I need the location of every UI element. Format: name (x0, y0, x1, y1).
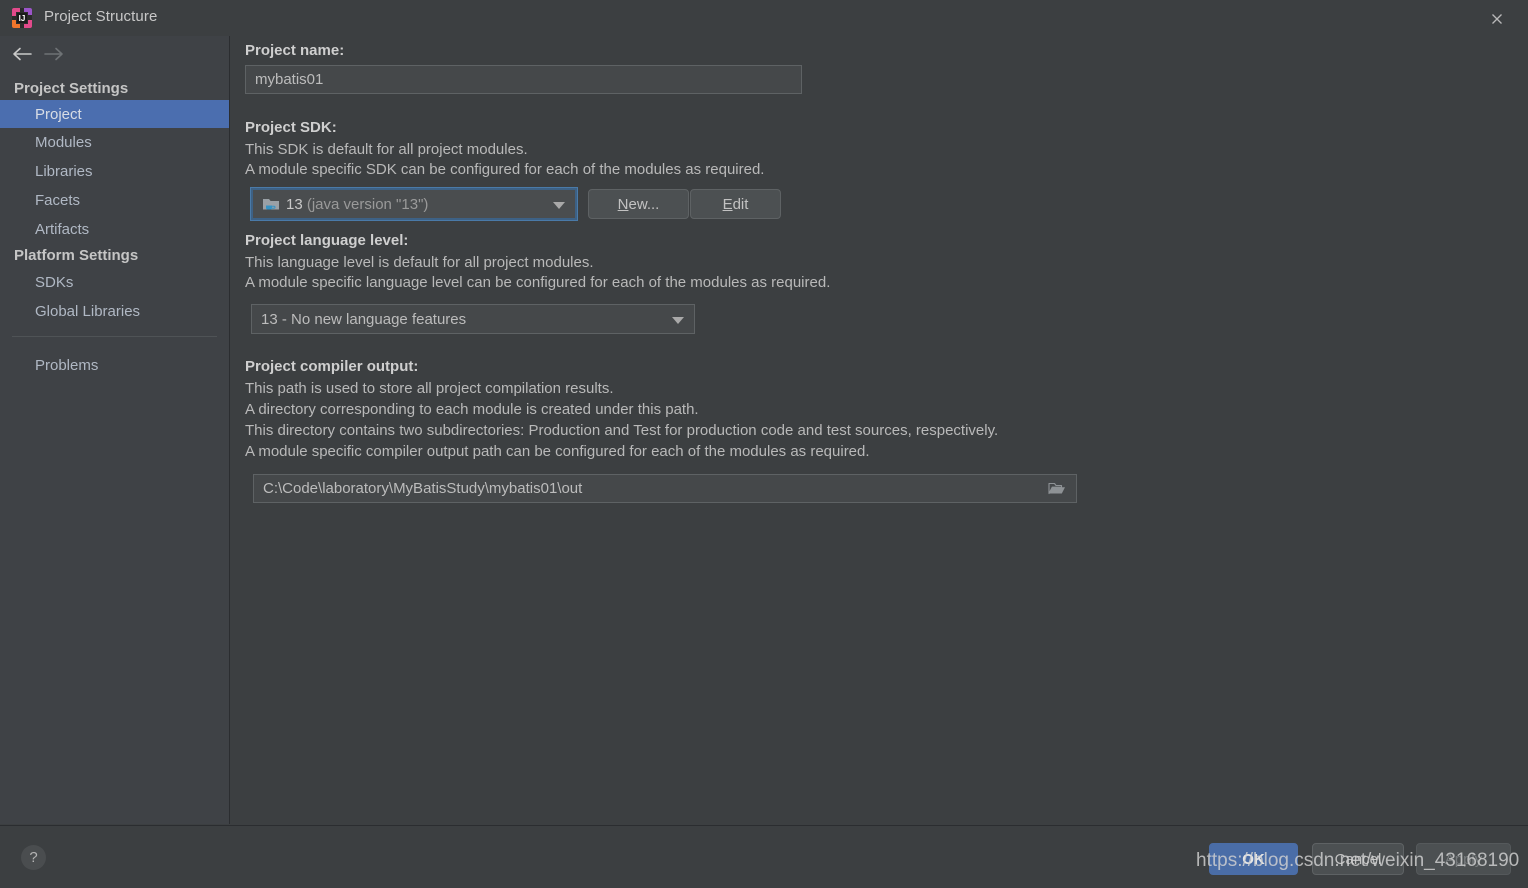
sidebar-divider (12, 336, 217, 337)
compiler-output-desc-2: A directory corresponding to each module… (245, 401, 699, 418)
ok-label: OK (1242, 850, 1265, 868)
sidebar-item-libraries[interactable]: Libraries (0, 157, 229, 185)
project-sdk-label: Project SDK: (245, 119, 337, 136)
compiler-output-desc-3: This directory contains two subdirectori… (245, 422, 999, 439)
sidebar-item-label: Global Libraries (35, 302, 141, 320)
chevron-down-icon (553, 202, 565, 209)
folder-open-icon[interactable] (1039, 476, 1075, 501)
project-sdk-desc-1: This SDK is default for all project modu… (245, 141, 528, 158)
language-level-label: Project language level: (245, 232, 409, 249)
compiler-output-desc-1: This path is used to store all project c… (245, 380, 614, 397)
edit-sdk-button[interactable]: Edit (690, 189, 781, 219)
sidebar-item-project[interactable]: Project (0, 100, 229, 128)
dialog-footer (0, 825, 1528, 888)
compiler-output-value: C:\Code\laboratory\MyBatisStudy\mybatis0… (263, 480, 583, 497)
cancel-button[interactable]: Cancel (1312, 843, 1404, 875)
sidebar-item-facets[interactable]: Facets (0, 186, 229, 214)
apply-label: Apply (1444, 850, 1483, 868)
sidebar-item-label: Modules (35, 133, 92, 151)
sidebar-item-artifacts[interactable]: Artifacts (0, 215, 229, 243)
project-structure-dialog: IJ Project Structure Project Settings Pr… (0, 0, 1528, 888)
intellij-idea-icon: IJ (11, 7, 33, 29)
window-title: Project Structure (44, 8, 158, 25)
ok-button[interactable]: OK (1209, 843, 1298, 875)
new-button-mnemonic: N (617, 195, 629, 213)
language-level-combobox[interactable]: 13 - No new language features (251, 304, 695, 334)
sidebar-group-project-settings: Project Settings (14, 80, 129, 97)
sidebar-item-label: Artifacts (35, 220, 90, 238)
compiler-output-desc-4: A module specific compiler output path c… (245, 443, 870, 460)
language-level-desc-2: A module specific language level can be … (245, 274, 831, 291)
sidebar-item-label: Problems (35, 356, 99, 374)
close-icon[interactable] (1484, 6, 1510, 32)
new-sdk-button[interactable]: New... (588, 189, 689, 219)
language-level-desc-1: This language level is default for all p… (245, 254, 594, 271)
java-sdk-folder-icon (262, 196, 280, 212)
edit-button-label-rest: dit (732, 195, 749, 213)
project-name-value: mybatis01 (255, 71, 324, 88)
sidebar-item-problems[interactable]: Problems (0, 351, 229, 379)
title-bar: IJ Project Structure (0, 0, 1528, 36)
project-name-label: Project name: (245, 42, 345, 59)
navigation-arrows (0, 36, 229, 72)
main-content: Project name: mybatis01 Project SDK: Thi… (230, 36, 1528, 824)
project-name-input[interactable]: mybatis01 (245, 65, 802, 94)
help-label: ? (29, 849, 38, 866)
sidebar-item-sdks[interactable]: SDKs (0, 268, 229, 296)
help-button[interactable]: ? (21, 845, 46, 870)
sidebar-item-label: Project (35, 105, 82, 123)
new-button-label-rest: ew... (628, 195, 660, 213)
compiler-output-label: Project compiler output: (245, 358, 419, 375)
apply-button[interactable]: Apply (1416, 843, 1511, 875)
sidebar-item-label: Libraries (35, 162, 93, 180)
sidebar-group-platform-settings: Platform Settings (14, 247, 139, 264)
sidebar: Project Settings Project Modules Librari… (0, 36, 230, 824)
cancel-label: Cancel (1334, 850, 1382, 868)
project-sdk-combobox[interactable]: 13 (java version "13") (251, 188, 577, 220)
arrow-left-icon[interactable] (8, 41, 36, 67)
svg-text:IJ: IJ (19, 14, 26, 23)
edit-button-mnemonic: E (722, 195, 733, 213)
sidebar-item-modules[interactable]: Modules (0, 128, 229, 156)
sidebar-item-label: SDKs (35, 273, 74, 291)
compiler-output-input[interactable]: C:\Code\laboratory\MyBatisStudy\mybatis0… (253, 474, 1077, 503)
sidebar-item-global-libraries[interactable]: Global Libraries (0, 297, 229, 325)
project-sdk-desc-2: A module specific SDK can be configured … (245, 161, 765, 178)
sidebar-item-label: Facets (35, 191, 81, 209)
chevron-down-icon (672, 317, 684, 324)
arrow-right-icon[interactable] (40, 41, 68, 67)
language-level-value: 13 - No new language features (261, 310, 467, 328)
project-sdk-version: 13 (286, 195, 303, 213)
project-sdk-detail: (java version "13") (306, 195, 429, 213)
